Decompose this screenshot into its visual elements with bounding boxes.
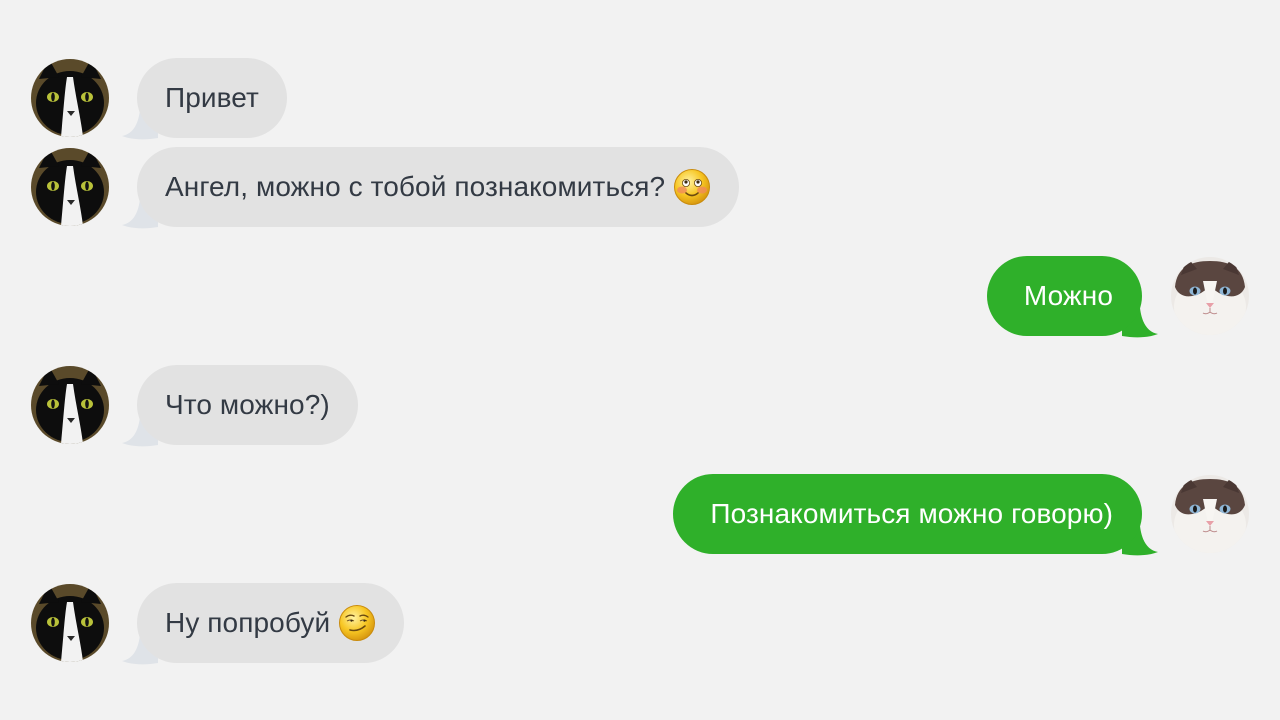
incoming-message-bubble[interactable]: Привет	[137, 58, 287, 138]
black-white-cat-avatar[interactable]	[31, 59, 109, 137]
message-text: Ну попробуй	[165, 607, 331, 638]
message-row: Познакомиться можно говорю)	[0, 474, 1280, 556]
message-row: Что можно?)	[0, 365, 1280, 447]
message-row: Ангел, можно с тобой познакомиться?	[0, 147, 1280, 229]
black-white-cat-avatar[interactable]	[31, 148, 109, 226]
message-row: Можно	[0, 256, 1280, 338]
black-white-cat-avatar[interactable]	[31, 366, 109, 444]
message-text: Ангел, можно с тобой познакомиться?	[165, 171, 666, 202]
outgoing-message-bubble[interactable]: Познакомиться можно говорю)	[673, 474, 1142, 554]
incoming-message-bubble[interactable]: Ну попробуй	[137, 583, 405, 663]
message-row: Ну попробуй	[0, 583, 1280, 665]
message-row: Привет	[0, 58, 1280, 140]
message-text: Что можно?)	[165, 389, 330, 420]
message-text: Привет	[165, 82, 259, 113]
ragdoll-cat-avatar[interactable]	[1171, 475, 1249, 553]
smirk-emoji	[338, 604, 376, 642]
blushing-smile-emoji	[673, 168, 711, 206]
ragdoll-cat-avatar[interactable]	[1171, 257, 1249, 335]
message-text: Познакомиться можно говорю)	[710, 498, 1113, 529]
incoming-message-bubble[interactable]: Что можно?)	[137, 365, 358, 445]
black-white-cat-avatar[interactable]	[31, 584, 109, 662]
outgoing-message-bubble[interactable]: Можно	[986, 256, 1142, 336]
message-text: Можно	[1023, 280, 1113, 311]
incoming-message-bubble[interactable]: Ангел, можно с тобой познакомиться?	[137, 147, 740, 227]
